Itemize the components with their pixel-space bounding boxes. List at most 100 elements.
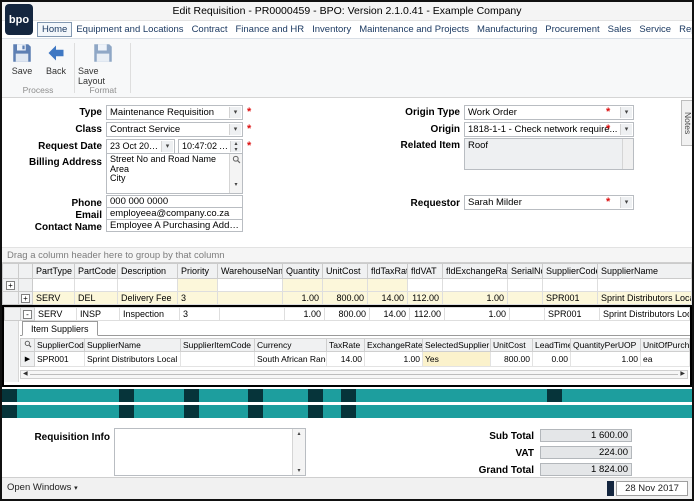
- back-button[interactable]: Back: [40, 43, 72, 87]
- subgrid-col-suppliercode[interactable]: SupplierCode: [35, 339, 85, 352]
- chevron-down-icon[interactable]: ▾: [161, 141, 173, 152]
- tab-finance-and-hr[interactable]: Finance and HR: [231, 23, 308, 36]
- scrollbar-track[interactable]: [30, 374, 679, 375]
- horizontal-scrollbar-teal[interactable]: [2, 405, 692, 418]
- contact-name-field[interactable]: Employee A Purchasing Address: [106, 219, 243, 232]
- tab-manufacturing[interactable]: Manufacturing: [473, 23, 541, 36]
- chevron-down-icon[interactable]: ▾: [620, 197, 632, 208]
- subgrid-col-taxrate[interactable]: TaxRate: [327, 339, 365, 352]
- scroll-up-icon[interactable]: ▴: [297, 430, 300, 437]
- grid-cell[interactable]: 14.00: [370, 308, 410, 321]
- grid-col-fldexchangerate[interactable]: fldExchangeRate: [443, 264, 508, 279]
- tab-sales[interactable]: Sales: [604, 23, 636, 36]
- grid-cell[interactable]: 1.00: [283, 292, 323, 305]
- scroll-right-icon[interactable]: ▶: [678, 371, 687, 378]
- grid-cell[interactable]: [368, 279, 408, 292]
- grid-col-fldvat[interactable]: fldVAT: [408, 264, 443, 279]
- subgrid-col-leadtime[interactable]: LeadTime: [533, 339, 571, 352]
- title-bar[interactable]: Edit Requisition - PR0000459 - BPO: Vers…: [2, 2, 692, 21]
- scroll-down-icon[interactable]: ▾: [297, 467, 300, 474]
- grid-cell[interactable]: [443, 279, 508, 292]
- collapse-icon[interactable]: -: [23, 310, 32, 319]
- subgrid-col-suppliername[interactable]: SupplierName: [85, 339, 181, 352]
- grid-cell[interactable]: [543, 279, 598, 292]
- grid-cell[interactable]: [218, 292, 283, 305]
- requisition-info-field[interactable]: ▴ ▾: [114, 428, 306, 476]
- grid-cell[interactable]: [323, 279, 368, 292]
- chevron-down-icon[interactable]: ▾: [229, 107, 241, 118]
- chevron-down-icon[interactable]: ▾: [229, 124, 241, 135]
- grid-col-unitcost[interactable]: UnitCost: [323, 264, 368, 279]
- grid-cell[interactable]: 112.00: [408, 292, 443, 305]
- grid-cell[interactable]: Sprint Distributors Local: [600, 308, 690, 321]
- grid-cell[interactable]: Sprint Distributors Local: [598, 292, 692, 305]
- grid-cell[interactable]: 800.00: [323, 292, 368, 305]
- chevron-down-icon[interactable]: ▾: [620, 124, 632, 135]
- status-date[interactable]: 28 Nov 2017: [616, 481, 688, 496]
- tab-home[interactable]: Home: [37, 22, 72, 37]
- subgrid-col-unitofpurchase[interactable]: UnitOfPurchase: [641, 339, 690, 352]
- grid-col-parttype[interactable]: PartType: [33, 264, 75, 279]
- tab-item-suppliers[interactable]: Item Suppliers: [22, 321, 98, 336]
- grid-cell[interactable]: [118, 279, 178, 292]
- grid-cell[interactable]: 3: [180, 308, 220, 321]
- scroll-left-icon[interactable]: ◀: [21, 371, 30, 378]
- grid-cell[interactable]: Delivery Fee: [118, 292, 178, 305]
- billing-address-field[interactable]: Street No and Road Name Area City ▾: [106, 153, 243, 194]
- subgrid-cell[interactable]: 0.00: [533, 352, 571, 367]
- tab-maintenance-and-projects[interactable]: Maintenance and Projects: [355, 23, 473, 36]
- grid-cell[interactable]: SERV: [35, 308, 77, 321]
- column-search-button[interactable]: [21, 339, 35, 352]
- grid-col-suppliercode[interactable]: SupplierCode: [543, 264, 598, 279]
- subgrid-cell[interactable]: 800.00: [491, 352, 533, 367]
- grid-col-description[interactable]: Description: [118, 264, 178, 279]
- request-time-spinner[interactable]: 10:47:02 AM ▴▾: [178, 139, 243, 154]
- class-combobox[interactable]: Contract Service ▾: [106, 122, 243, 137]
- subgrid-col-currency[interactable]: Currency: [255, 339, 327, 352]
- grid-cell[interactable]: [408, 279, 443, 292]
- tab-inventory[interactable]: Inventory: [308, 23, 355, 36]
- grid-cell[interactable]: [283, 279, 323, 292]
- grid-cell[interactable]: 800.00: [325, 308, 370, 321]
- tab-procurement[interactable]: Procurement: [541, 23, 603, 36]
- subgrid-col-supplieritemcode[interactable]: SupplierItemCode: [181, 339, 255, 352]
- grid-cell[interactable]: 14.00: [368, 292, 408, 305]
- notes-side-tab[interactable]: Notes: [681, 100, 692, 146]
- subgrid-cell[interactable]: 14.00: [327, 352, 365, 367]
- grid-cell[interactable]: [508, 279, 543, 292]
- grid-col-quantity[interactable]: Quantity: [283, 264, 323, 279]
- grid-cell[interactable]: 1.00: [285, 308, 325, 321]
- subgrid-cell[interactable]: ea: [641, 352, 690, 367]
- type-combobox[interactable]: Maintenance Requisition ▾: [106, 105, 243, 120]
- grid-col-fldtaxrate[interactable]: fldTaxRate: [368, 264, 408, 279]
- expand-icon[interactable]: +: [6, 281, 15, 290]
- grid-cell[interactable]: [218, 279, 283, 292]
- grid-cell[interactable]: [598, 279, 692, 292]
- save-layout-button[interactable]: Save Layout: [78, 43, 128, 87]
- subgrid-cell[interactable]: South African Rand: [255, 352, 327, 367]
- grid-cell[interactable]: [75, 279, 118, 292]
- grid-cell[interactable]: SPR001: [543, 292, 598, 305]
- grid-cell[interactable]: [220, 308, 285, 321]
- grid-cell[interactable]: SPR001: [545, 308, 600, 321]
- subgrid-col-exchangerate[interactable]: ExchangeRate: [365, 339, 423, 352]
- detail-horizontal-scrollbar[interactable]: ◀ ▶: [20, 370, 688, 379]
- grid-cell[interactable]: [510, 308, 545, 321]
- chevron-down-icon[interactable]: ▾: [620, 107, 632, 118]
- grid-col-partcode[interactable]: PartCode: [75, 264, 118, 279]
- group-by-bar[interactable]: Drag a column header here to group by th…: [2, 247, 692, 263]
- billing-address-scrollbar[interactable]: ▾: [229, 154, 242, 193]
- subgrid-cell[interactable]: 1.00: [365, 352, 423, 367]
- subgrid-col-quantityperuop[interactable]: QuantityPerUOP: [571, 339, 641, 352]
- grid-cell[interactable]: 112.00: [410, 308, 445, 321]
- request-date-picker[interactable]: 23 Oct 2017 ▾: [106, 139, 175, 154]
- save-button[interactable]: Save: [6, 43, 38, 87]
- grid-cell[interactable]: DEL: [75, 292, 118, 305]
- grid-cell[interactable]: 1.00: [445, 308, 510, 321]
- expand-icon[interactable]: +: [21, 294, 30, 303]
- tab-equipment-and-locations[interactable]: Equipment and Locations: [72, 23, 187, 36]
- subgrid-cell[interactable]: Sprint Distributors Local: [85, 352, 181, 367]
- search-icon[interactable]: [232, 155, 241, 164]
- grid-cell[interactable]: [508, 292, 543, 305]
- grid-col-priority[interactable]: Priority: [178, 264, 218, 279]
